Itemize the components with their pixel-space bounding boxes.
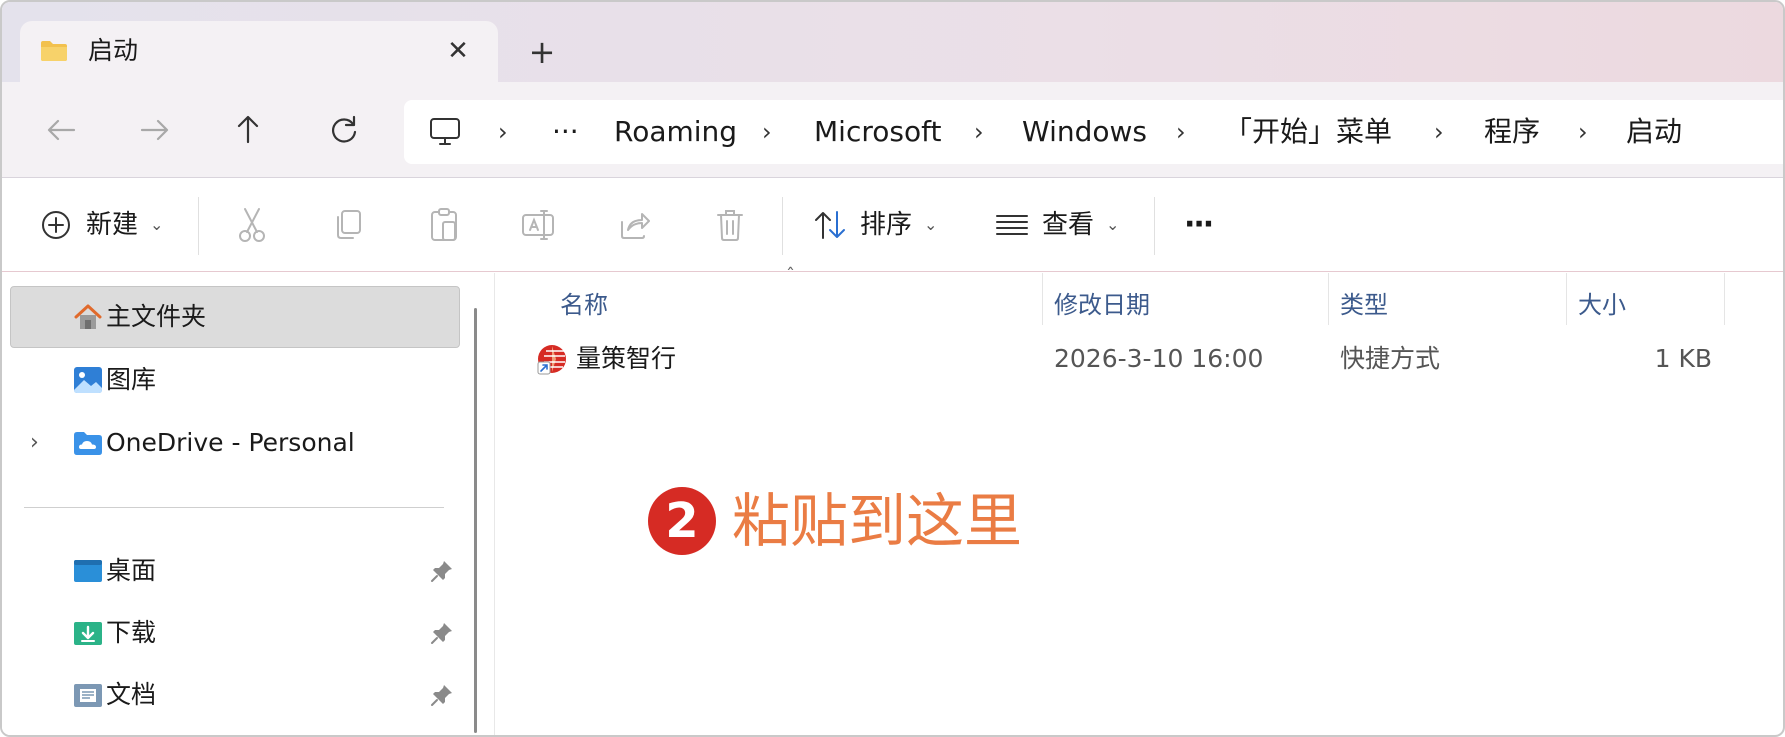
navigation-bar: › ··· Roaming › Microsoft › Windows › 「开…	[2, 82, 1783, 178]
arrow-up-icon	[237, 115, 259, 144]
close-tab-icon[interactable]: ✕	[440, 33, 476, 69]
documents-folder-icon	[74, 684, 102, 707]
view-button[interactable]	[992, 201, 1032, 249]
file-size: 1 KB	[1654, 344, 1712, 373]
breadcrumb-programs[interactable]: 程序	[1484, 100, 1540, 164]
breadcrumb-separator[interactable]: ›	[1176, 100, 1186, 164]
share-icon	[621, 213, 650, 239]
file-name[interactable]: 量策智行	[576, 337, 676, 381]
onedrive-icon	[74, 432, 102, 455]
folder-icon	[41, 41, 67, 61]
scissors-icon	[239, 208, 265, 242]
paste-button[interactable]	[424, 201, 464, 249]
new-label[interactable]: 新建	[86, 201, 138, 249]
refresh-button[interactable]	[322, 108, 366, 152]
sidebar-item-gallery[interactable]: 图库	[106, 358, 156, 402]
tab-startup[interactable]: 启动 ✕	[20, 21, 498, 82]
rename-icon	[522, 210, 554, 240]
home-icon	[74, 304, 102, 329]
arrow-right-icon	[140, 119, 169, 141]
breadcrumb-startup[interactable]: 启动	[1626, 100, 1682, 164]
view-label[interactable]: 查看	[1042, 201, 1094, 249]
file-type: 快捷方式	[1340, 344, 1441, 373]
forward-button[interactable]	[132, 108, 176, 152]
breadcrumb-separator[interactable]: ›	[762, 100, 772, 164]
column-header-modified[interactable]: 修改日期	[1054, 283, 1150, 327]
navigation-pane: 主文件夹 图库 › OneDrive - Personal 桌面 下载 文档	[2, 273, 495, 735]
back-button[interactable]	[40, 108, 84, 152]
toolbar-divider	[782, 197, 783, 255]
chevron-down-icon[interactable]: ⌄	[1106, 201, 1119, 249]
cut-button[interactable]	[232, 201, 272, 249]
breadcrumb-windows[interactable]: Windows	[1022, 100, 1147, 164]
refresh-icon	[332, 115, 357, 143]
pin-icon[interactable]	[430, 559, 454, 583]
chevron-down-icon[interactable]: ⌄	[150, 201, 163, 249]
new-tab-button[interactable]: +	[522, 32, 562, 72]
toolbar-divider	[198, 197, 199, 255]
column-header-type[interactable]: 类型	[1340, 283, 1388, 327]
chevron-down-icon[interactable]: ⌄	[924, 201, 937, 249]
column-divider[interactable]	[1042, 273, 1043, 325]
column-divider[interactable]	[1566, 273, 1567, 325]
address-bar[interactable]: › ··· Roaming › Microsoft › Windows › 「开…	[404, 100, 1783, 164]
breadcrumb-microsoft[interactable]: Microsoft	[814, 100, 941, 164]
command-bar: 新建 ⌄ 排序 ⌄ 查看 ⌄ ···	[2, 179, 1783, 272]
add-circle-icon	[42, 211, 70, 239]
breadcrumb-separator[interactable]: ›	[498, 100, 508, 164]
tab-strip: 启动 ✕ +	[2, 2, 1783, 82]
sidebar-item-downloads[interactable]: 下载	[106, 611, 156, 655]
desktop-folder-icon	[74, 560, 102, 582]
pin-icon[interactable]	[430, 621, 454, 645]
breadcrumb-separator[interactable]: ›	[1434, 100, 1444, 164]
sort-label[interactable]: 排序	[860, 201, 912, 249]
sort-ascending-icon: ˆ	[786, 265, 795, 286]
breadcrumb-start-menu[interactable]: 「开始」菜单	[1224, 100, 1392, 164]
copy-button[interactable]	[328, 201, 368, 249]
column-header-name[interactable]: 名称	[560, 283, 608, 327]
app-shortcut-icon	[537, 345, 566, 375]
tab-title: 启动	[88, 36, 139, 65]
column-divider[interactable]	[1724, 273, 1725, 325]
explorer-window: 启动 ✕ + › ··· Roaming › Microsoft › Windo…	[0, 0, 1785, 737]
toolbar-divider	[1154, 197, 1155, 255]
clipboard-icon	[431, 208, 457, 241]
trash-icon	[717, 210, 743, 241]
view-list-icon	[996, 215, 1028, 235]
column-divider[interactable]	[1328, 273, 1329, 325]
sidebar-item-desktop[interactable]: 桌面	[106, 549, 156, 593]
breadcrumb-overflow[interactable]: ···	[552, 100, 579, 164]
share-button[interactable]	[614, 201, 654, 249]
breadcrumb-roaming[interactable]: Roaming	[614, 100, 737, 164]
step-number-badge: 2	[648, 487, 716, 555]
downloads-folder-icon	[74, 622, 102, 645]
step-instruction: 粘贴到这里	[732, 487, 1023, 555]
pin-icon[interactable]	[430, 683, 454, 707]
chevron-right-icon[interactable]: ›	[30, 421, 39, 465]
sidebar-item-onedrive[interactable]: OneDrive - Personal	[106, 421, 355, 465]
up-button[interactable]	[226, 108, 270, 152]
breadcrumb-separator[interactable]: ›	[974, 100, 984, 164]
gallery-icon	[74, 367, 102, 393]
sidebar-divider	[24, 507, 444, 508]
sidebar-item-home[interactable]: 主文件夹	[106, 295, 206, 339]
pane-divider[interactable]	[494, 273, 495, 735]
sort-icon	[815, 211, 845, 239]
file-modified: 2026-3-10 16:00	[1054, 344, 1264, 373]
copy-icon	[337, 210, 361, 239]
delete-button[interactable]	[710, 201, 750, 249]
sidebar-scrollbar[interactable]	[474, 308, 477, 733]
sidebar-item-documents[interactable]: 文档	[106, 673, 156, 717]
rename-button[interactable]	[518, 201, 558, 249]
more-options-button[interactable]: ···	[1184, 201, 1214, 249]
sort-button[interactable]	[810, 201, 850, 249]
computer-icon[interactable]	[428, 116, 462, 148]
breadcrumb-separator[interactable]: ›	[1578, 100, 1588, 164]
new-button[interactable]	[36, 201, 76, 249]
arrow-left-icon	[47, 119, 76, 141]
column-header-size[interactable]: 大小	[1578, 283, 1626, 327]
